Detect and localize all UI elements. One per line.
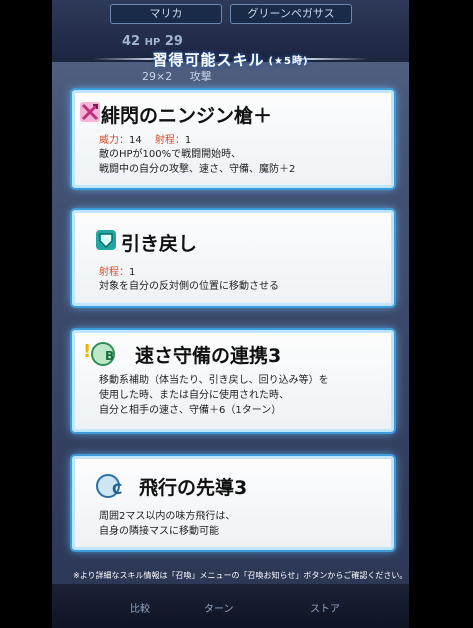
turn-button[interactable]: ターン — [204, 600, 234, 615]
panel-title-text: 習得可能スキル — [152, 50, 265, 69]
c-skill-icon: C — [96, 474, 122, 498]
shield-icon — [96, 230, 116, 250]
lance-icon — [80, 102, 100, 122]
range-value: 1 — [184, 135, 192, 146]
skill-card-c: C 飛行の先導3 周囲2マス以内の味方飛行は、 自身の隣接マスに移動可能 — [72, 456, 394, 550]
skill-description: 対象を自分の反対側の位置に移動させる — [99, 279, 381, 294]
sub-stats: 29×2 攻撃 — [142, 68, 212, 84]
compare-button[interactable]: 比較 — [130, 600, 150, 615]
desc-line: 戦闘中の自分の攻撃、速さ、守備、魔防＋2 — [99, 164, 296, 175]
store-button[interactable]: ストア — [310, 600, 340, 615]
b-skill-icon: ! B — [83, 341, 115, 366]
desc-line: 使用した時、または自分に使用された時、 — [99, 390, 289, 401]
skill-card-b: ! B 速さ守備の連携3 移動系補助（体当たり、引き戻し、回り込み等）を 使用し… — [72, 330, 394, 432]
panel-title: 習得可能スキル (★5時) — [52, 46, 409, 72]
range-label: 射程 — [154, 135, 175, 146]
skill-card-assist: 引き戻し 射程：1 対象を自分の反対側の位置に移動させる — [72, 210, 394, 306]
desc-line: 自分と相手の速さ、守備＋6（1ターン） — [99, 405, 282, 416]
skill-meta: 威力：14 射程：1 — [99, 135, 192, 146]
skill-meta: 射程：1 — [99, 267, 136, 278]
bottom-bar: 比較 ターン ストア — [52, 584, 409, 628]
range-value: 1 — [129, 267, 136, 278]
unit-name-tab: マリカ — [110, 4, 222, 24]
desc-line: 敵のHPが100%で戦闘開始時、 — [99, 149, 242, 160]
game-screen: マリカ グリーンペガサス 42 HP 29 習得可能スキル (★5時) 29×2… — [52, 0, 409, 628]
skill-name: 引き戻し — [121, 233, 198, 255]
skill-description: 周囲2マス以内の味方飛行は、 自身の隣接マスに移動可能 — [99, 509, 381, 539]
sub-stat-label: 攻撃 — [189, 70, 212, 83]
sub-stat-value: 29×2 — [142, 70, 173, 83]
skill-name: 緋閃のニンジン槍＋ — [101, 105, 273, 127]
desc-line: 移動系補助（体当たり、引き戻し、回り込み等）を — [99, 375, 329, 386]
might-label: 威力 — [99, 135, 119, 146]
skill-description: 移動系補助（体当たり、引き戻し、回り込み等）を 使用した時、または自分に使用され… — [99, 373, 381, 418]
weapon-tab: グリーンペガサス — [230, 4, 352, 24]
skill-name: 速さ守備の連携3 — [135, 345, 282, 367]
desc-line: 対象を自分の反対側の位置に移動させる — [99, 281, 279, 292]
might-value: 14 — [129, 135, 142, 146]
desc-line: 自身の隣接マスに移動可能 — [99, 526, 219, 537]
range-label: 射程 — [99, 267, 119, 278]
skill-name: 飛行の先導3 — [139, 477, 248, 499]
skill-card-weapon: 緋閃のニンジン槍＋ 威力：14 射程：1 敵のHPが100%で戦闘開始時、 戦闘… — [72, 90, 394, 188]
desc-line: 周囲2マス以内の味方飛行は、 — [99, 511, 236, 522]
panel-title-rank: (★5時) — [268, 55, 309, 67]
footer-note: ※より詳細なスキル情報は「召喚」メニューの「召喚お知らせ」ボタンからご確認くださ… — [73, 571, 408, 580]
svg-text:B: B — [105, 349, 114, 363]
svg-text:C: C — [112, 482, 122, 498]
svg-text:!: ! — [83, 341, 91, 362]
skill-description: 敵のHPが100%で戦闘開始時、 戦闘中の自分の攻撃、速さ、守備、魔防＋2 — [99, 147, 381, 177]
